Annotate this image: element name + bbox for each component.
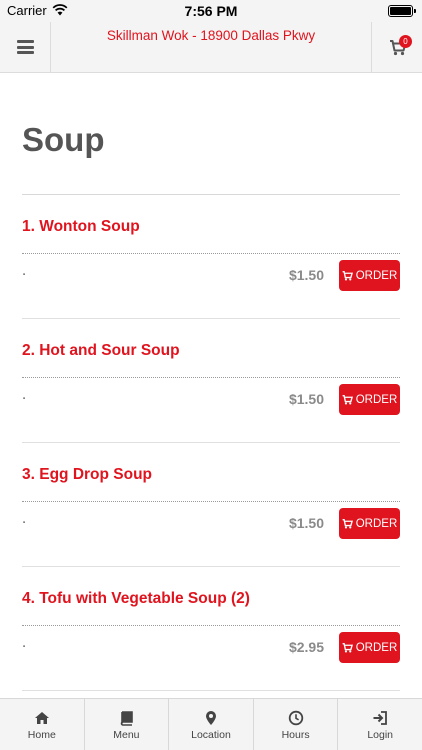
dotted-divider <box>22 377 400 378</box>
order-button[interactable]: ORDER <box>339 632 400 663</box>
dotted-divider <box>22 625 400 626</box>
tab-home[interactable]: Home <box>0 699 85 750</box>
item-price: $1.50 <box>288 515 324 531</box>
tab-location[interactable]: Location <box>169 699 254 750</box>
item-name[interactable]: 1. Wonton Soup <box>22 218 140 236</box>
restaurant-title: Skillman Wok - 18900 Dallas Pkwy <box>106 28 316 43</box>
battery-icon <box>388 5 416 17</box>
item-description: . <box>22 512 27 527</box>
cart-icon <box>342 642 353 652</box>
tab-label: Location <box>191 729 231 741</box>
item-price: $1.50 <box>288 391 324 407</box>
order-button[interactable]: ORDER <box>339 384 400 415</box>
clock-time: 7:56 PM <box>184 3 238 19</box>
map-pin-icon <box>205 711 216 725</box>
tab-menu[interactable]: Menu <box>85 699 170 750</box>
item-divider <box>22 690 400 691</box>
item-price: $2.95 <box>288 639 324 655</box>
cart-icon <box>342 270 353 280</box>
tab-label: Home <box>27 729 56 741</box>
order-button[interactable]: ORDER <box>339 260 400 291</box>
menu-item: 3. Egg Drop Soup . $1.50 ORDER <box>22 443 400 567</box>
item-name[interactable]: 4. Tofu with Vegetable Soup (2) <box>22 590 250 608</box>
section-title: Soup <box>22 121 105 158</box>
clock-icon <box>288 710 303 726</box>
menu-item: 2. Hot and Sour Soup . $1.50 ORDER <box>22 319 400 443</box>
order-label: ORDER <box>355 641 398 654</box>
bottom-tab-bar: Home Menu Location Hours Login <box>0 698 422 750</box>
cart-button[interactable]: 0 <box>371 22 422 72</box>
order-label: ORDER <box>355 269 398 282</box>
order-label: ORDER <box>355 517 398 530</box>
order-label: ORDER <box>355 393 398 406</box>
cart-icon <box>342 518 353 528</box>
menu-item: 1. Wonton Soup . $1.50 ORDER <box>22 195 400 319</box>
item-description: . <box>22 388 27 403</box>
tab-hours[interactable]: Hours <box>254 699 339 750</box>
item-description: . <box>22 264 27 279</box>
dotted-divider <box>22 253 400 254</box>
cart-count-badge: 0 <box>399 35 412 48</box>
book-icon <box>121 711 134 726</box>
cart-icon <box>342 394 353 404</box>
home-icon <box>34 712 49 724</box>
item-price: $1.50 <box>288 267 324 283</box>
order-button[interactable]: ORDER <box>339 508 400 539</box>
sign-in-icon <box>373 711 388 725</box>
tab-label: Menu <box>113 729 140 741</box>
app-header: Skillman Wok - 18900 Dallas Pkwy 0 <box>0 22 422 73</box>
tab-label: Login <box>367 729 394 741</box>
hamburger-icon <box>16 40 34 54</box>
item-description: . <box>22 636 27 651</box>
menu-item: 4. Tofu with Vegetable Soup (2) . $2.95 … <box>22 567 400 691</box>
menu-content[interactable]: Soup 1. Wonton Soup . $1.50 ORDER 2. Hot… <box>0 73 422 698</box>
menu-button[interactable] <box>0 22 51 72</box>
dotted-divider <box>22 501 400 502</box>
item-name[interactable]: 2. Hot and Sour Soup <box>22 342 180 360</box>
tab-label: Hours <box>281 729 310 741</box>
tab-login[interactable]: Login <box>338 699 422 750</box>
status-bar: Carrier 7:56 PM <box>0 0 422 22</box>
item-name[interactable]: 3. Egg Drop Soup <box>22 466 152 484</box>
